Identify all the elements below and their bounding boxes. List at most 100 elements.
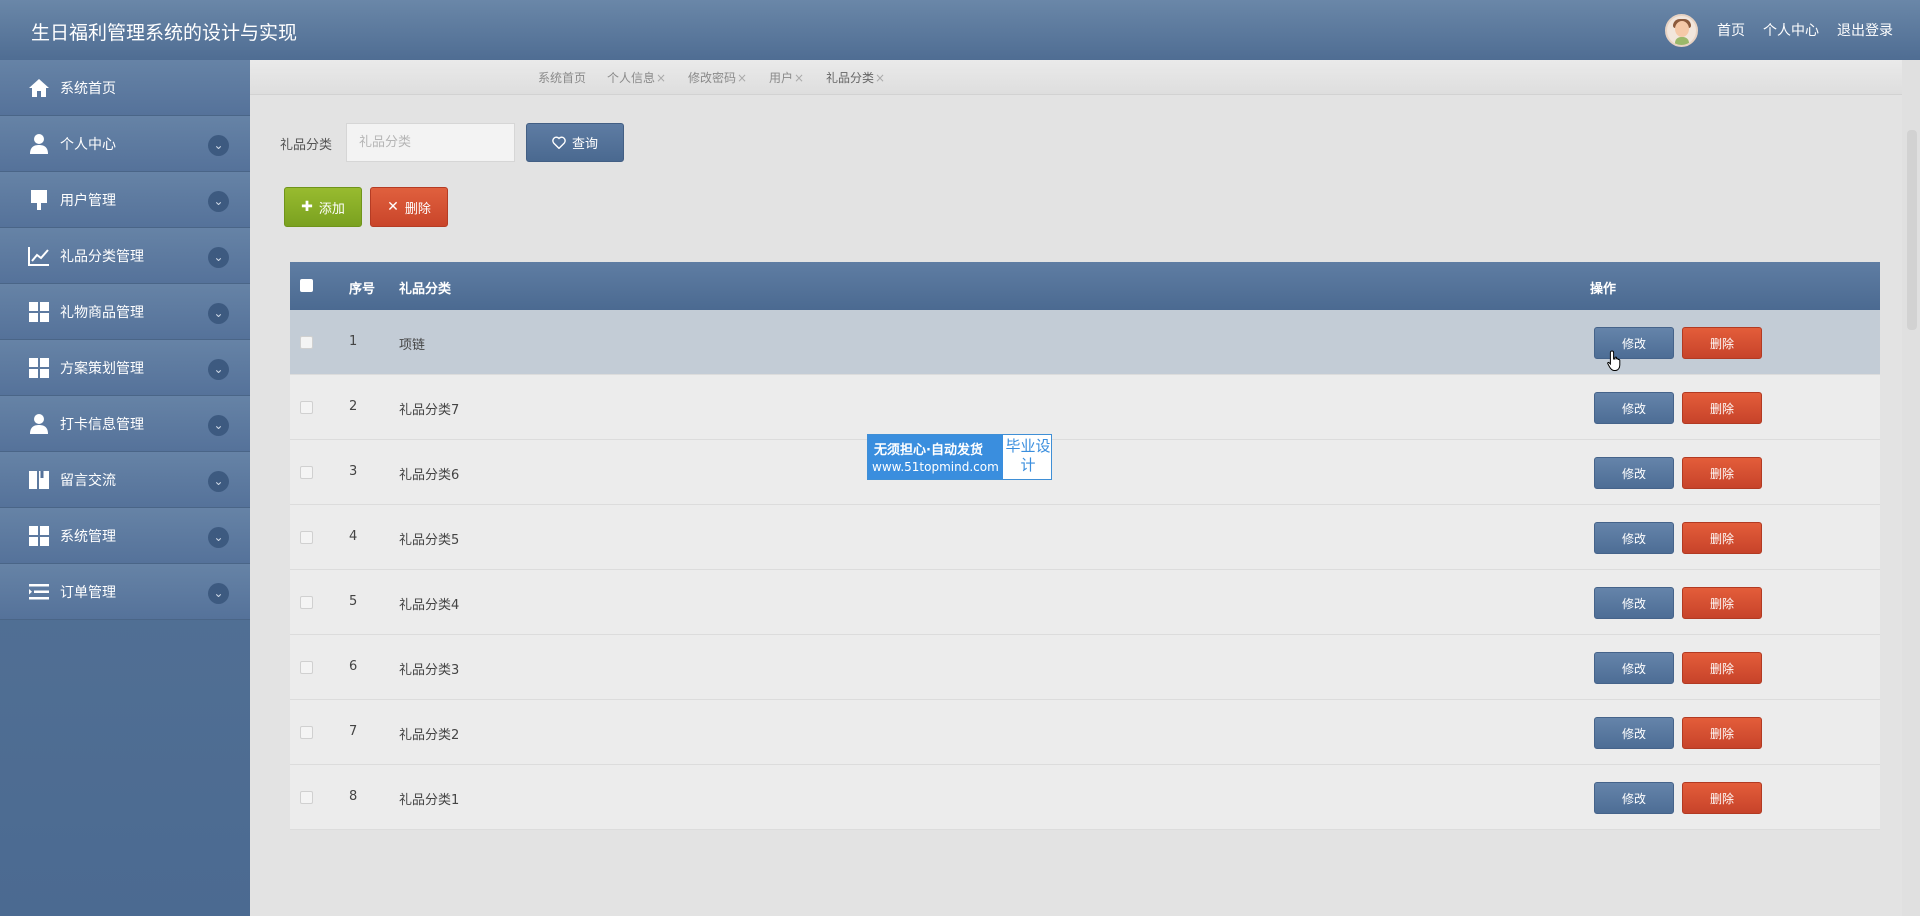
delete-button[interactable]: 删除 <box>1682 717 1762 749</box>
chevron-down-icon[interactable]: ⌄ <box>208 135 229 156</box>
row-no: 3 <box>349 464 358 479</box>
edit-button[interactable]: 修改 <box>1594 327 1674 359</box>
sidebar-item-4[interactable]: 礼品分类管理 ⌄ <box>0 228 250 284</box>
chevron-down-icon[interactable]: ⌄ <box>208 471 229 492</box>
chevron-down-icon[interactable]: ⌄ <box>208 527 229 548</box>
sidebar-item-8[interactable]: 留言交流 ⌄ <box>0 452 250 508</box>
table-row: 2 礼品分类7 修改 删除 <box>290 375 1880 440</box>
breadcrumb-tabs: 系统首页 个人信息× 修改密码× 用户× 礼品分类× <box>250 60 1920 95</box>
watermark-line2: www.51topmind.com <box>872 460 999 474</box>
sidebar-item-7[interactable]: 打卡信息管理 ⌄ <box>0 396 250 452</box>
row-checkbox[interactable] <box>300 466 313 479</box>
tab-label: 用户 <box>769 71 794 85</box>
header-op: 操作 <box>1590 282 1617 297</box>
sidebar-item-9[interactable]: 系统管理 ⌄ <box>0 508 250 564</box>
batch-delete-label: 删除 <box>404 201 431 217</box>
edit-button[interactable]: 修改 <box>1594 652 1674 684</box>
table-row: 3 礼品分类6 修改 删除 <box>290 440 1880 505</box>
sidebar-item-label: 系统首页 <box>60 80 116 97</box>
sidebar-item-2[interactable]: 个人中心 ⌄ <box>0 116 250 172</box>
sidebar-item-3[interactable]: 用户管理 ⌄ <box>0 172 250 228</box>
edit-button[interactable]: 修改 <box>1594 717 1674 749</box>
tab-2[interactable]: 个人信息× <box>607 69 666 86</box>
query-button[interactable]: 查询 <box>526 123 624 162</box>
tab-label: 个人信息 <box>607 71 656 85</box>
grid-icon <box>28 302 50 322</box>
batch-delete-button[interactable]: ✕ 删除 <box>370 187 448 227</box>
delete-button[interactable]: 删除 <box>1682 782 1762 814</box>
delete-button[interactable]: 删除 <box>1682 457 1762 489</box>
sidebar-item-6[interactable]: 方案策划管理 ⌄ <box>0 340 250 396</box>
tab-4[interactable]: 用户× <box>769 69 804 86</box>
header-name: 礼品分类 <box>399 282 452 297</box>
row-checkbox[interactable] <box>300 661 313 674</box>
delete-button[interactable]: 删除 <box>1682 327 1762 359</box>
delete-button[interactable]: 删除 <box>1682 652 1762 684</box>
scrollbar[interactable] <box>1902 60 1920 916</box>
chevron-down-icon[interactable]: ⌄ <box>208 247 229 268</box>
brush-icon <box>28 190 50 210</box>
chevron-down-icon[interactable]: ⌄ <box>208 583 229 604</box>
chevron-down-icon[interactable]: ⌄ <box>208 359 229 380</box>
user-avatar[interactable] <box>1665 13 1698 47</box>
sidebar-item-1[interactable]: 系统首页 <box>0 60 250 116</box>
edit-button[interactable]: 修改 <box>1594 782 1674 814</box>
user-icon <box>28 414 50 434</box>
row-checkbox[interactable] <box>300 336 313 349</box>
watermark-line1: 无须担心·自动发货 <box>874 443 983 458</box>
delete-button[interactable]: 删除 <box>1682 392 1762 424</box>
add-button[interactable]: ✚ 添加 <box>284 187 362 227</box>
sidebar-item-label: 打卡信息管理 <box>60 416 144 433</box>
row-no: 8 <box>349 789 358 804</box>
row-no: 4 <box>349 529 358 544</box>
scrollbar-thumb[interactable] <box>1907 130 1917 330</box>
tab-close-icon[interactable]: × <box>656 71 666 85</box>
sidebar-item-label: 留言交流 <box>60 472 116 489</box>
nav-profile-link[interactable]: 个人中心 <box>1763 20 1819 40</box>
nav-home-link[interactable]: 首页 <box>1717 20 1745 40</box>
row-checkbox[interactable] <box>300 791 313 804</box>
close-icon: ✕ <box>387 199 399 215</box>
sidebar-item-label: 方案策划管理 <box>60 360 144 377</box>
delete-button[interactable]: 删除 <box>1682 522 1762 554</box>
delete-button[interactable]: 删除 <box>1682 587 1762 619</box>
tab-close-icon[interactable]: × <box>737 71 747 85</box>
edit-button[interactable]: 修改 <box>1594 457 1674 489</box>
select-all-checkbox[interactable] <box>300 279 313 292</box>
sidebar-item-label: 礼品分类管理 <box>60 248 144 265</box>
edit-button[interactable]: 修改 <box>1594 522 1674 554</box>
row-checkbox[interactable] <box>300 531 313 544</box>
row-no: 6 <box>349 659 358 674</box>
chevron-down-icon[interactable]: ⌄ <box>208 191 229 212</box>
tab-label: 修改密码 <box>688 71 737 85</box>
home-icon <box>28 78 50 98</box>
nav-logout-link[interactable]: 退出登录 <box>1837 20 1893 40</box>
sidebar-item-5[interactable]: 礼物商品管理 ⌄ <box>0 284 250 340</box>
tab-5[interactable]: 礼品分类× <box>826 69 885 86</box>
row-checkbox[interactable] <box>300 596 313 609</box>
row-name: 礼品分类2 <box>399 728 460 743</box>
edit-button[interactable]: 修改 <box>1594 392 1674 424</box>
row-name: 礼品分类3 <box>399 663 460 678</box>
tab-close-icon[interactable]: × <box>875 71 885 85</box>
row-name: 项链 <box>399 338 426 353</box>
tab-close-icon[interactable]: × <box>794 71 804 85</box>
plus-icon: ✚ <box>301 199 313 215</box>
row-checkbox[interactable] <box>300 401 313 414</box>
tab-3[interactable]: 修改密码× <box>688 69 747 86</box>
chevron-down-icon[interactable]: ⌄ <box>208 303 229 324</box>
book-icon <box>28 470 50 490</box>
sidebar-item-10[interactable]: 订单管理 ⌄ <box>0 564 250 620</box>
sidebar-item-label: 用户管理 <box>60 192 116 209</box>
table-row: 8 礼品分类1 修改 删除 <box>290 765 1880 830</box>
grid-icon <box>28 358 50 378</box>
tab-1[interactable]: 系统首页 <box>538 69 586 86</box>
row-no: 2 <box>349 399 358 414</box>
chevron-down-icon[interactable]: ⌄ <box>208 415 229 436</box>
edit-button[interactable]: 修改 <box>1594 587 1674 619</box>
data-table: 序号 礼品分类 操作 1 项链 修改 删除 2 礼品分类7 修改 删除 3 礼品分类6 修改 删除 4 礼… <box>290 262 1880 830</box>
row-checkbox[interactable] <box>300 726 313 739</box>
heart-icon <box>552 136 566 149</box>
search-input[interactable] <box>346 123 515 162</box>
table-header: 序号 礼品分类 操作 <box>290 262 1880 310</box>
